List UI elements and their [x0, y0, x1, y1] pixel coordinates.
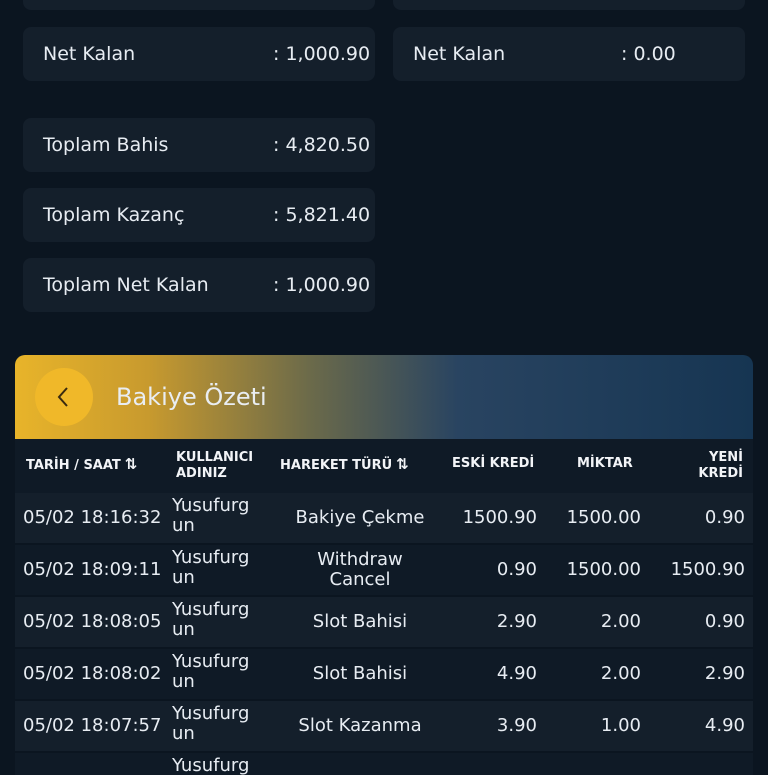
- chevron-left-icon: [57, 387, 68, 407]
- table-row: 05/02 18:08:02 Yusufurg un Slot Bahisi 4.…: [15, 649, 753, 699]
- column-header-type-label: HAREKET TÜRÜ: [280, 458, 393, 473]
- cell-user-line1: Yusufurg: [172, 651, 250, 672]
- summary-value: : 4,820.50: [273, 134, 371, 156]
- summary-toplam-kazanc: Toplam Kazanç : 5,821.40: [23, 188, 375, 242]
- cell-date: 05/02 18:08:02: [23, 663, 162, 684]
- balance-summary-panel: Bakiye Özeti TARİH / SAAT ⇅ KULLANICI ADI…: [15, 355, 753, 775]
- cell-old-credit: 3.90: [496, 715, 537, 736]
- cell-date: 05/02 18:08:05: [23, 611, 162, 632]
- cell-amount: 2.00: [600, 611, 641, 632]
- column-header-old-credit: ESKİ KREDİ: [452, 456, 535, 471]
- column-header-date-label: TARİH / SAAT: [26, 458, 121, 473]
- cell-user: Yusufurg un: [172, 704, 249, 744]
- sort-icon[interactable]: ⇅: [396, 455, 409, 473]
- table-row: 05/02 18:07:57 Yusufurg un Slot Kazanma 3…: [15, 701, 753, 751]
- summary-label: Net Kalan: [43, 43, 136, 65]
- table-row: 05/02 18:16:32 Yusufurg un Bakiye Çekme 1…: [15, 493, 753, 543]
- panel-header: Bakiye Özeti: [15, 355, 753, 439]
- summary-label: Toplam Kazanç: [43, 204, 185, 226]
- table-row: Yusufurg: [15, 753, 753, 775]
- summary-label: Toplam Net Kalan: [43, 274, 209, 296]
- summary-card-clipped-right: [393, 0, 745, 10]
- panel-title: Bakiye Özeti: [116, 383, 267, 411]
- cell-user-line1: Yusufurg: [172, 755, 250, 775]
- summary-value: : 1,000.90: [273, 43, 371, 65]
- cell-amount: 1500.00: [566, 507, 641, 528]
- cell-date: 05/02 18:09:11: [23, 559, 162, 580]
- cell-user: Yusufurg un: [172, 600, 249, 640]
- summary-label: Toplam Bahis: [43, 134, 169, 156]
- cell-old-credit: 2.90: [496, 611, 537, 632]
- table-row: 05/02 18:09:11 Yusufurg un Withdraw Cance…: [15, 545, 753, 595]
- cell-user-line2: un: [172, 723, 195, 744]
- cell-amount: 1500.00: [566, 559, 641, 580]
- summary-label: Net Kalan: [413, 43, 506, 65]
- cell-type: Bakiye Çekme: [295, 507, 425, 528]
- column-header-user: KULLANICI ADINIZ: [176, 450, 253, 482]
- cell-type: Slot Kazanma: [298, 715, 422, 736]
- cell-type: Slot Bahisi: [312, 611, 408, 632]
- back-button[interactable]: [35, 368, 93, 426]
- cell-date: 05/02 18:07:57: [23, 715, 162, 736]
- column-header-new-line2: KREDİ: [698, 466, 743, 481]
- cell-date: 05/02 18:16:32: [23, 507, 162, 528]
- cell-type: Slot Bahisi: [312, 663, 408, 684]
- sort-icon[interactable]: ⇅: [125, 455, 138, 473]
- cell-user-line2: un: [172, 671, 195, 692]
- table-row: 05/02 18:08:05 Yusufurg un Slot Bahisi 2.…: [15, 597, 753, 647]
- cell-user-line2: un: [172, 619, 195, 640]
- summary-toplam-net-kalan: Toplam Net Kalan : 1,000.90: [23, 258, 375, 312]
- cell-amount: 1.00: [600, 715, 641, 736]
- cell-user: Yusufurg: [172, 756, 249, 775]
- cell-user-line2: un: [172, 515, 195, 536]
- column-header-new-credit: YENİ KREDİ: [698, 450, 743, 482]
- cell-user-line1: Yusufurg: [172, 547, 250, 568]
- cell-user-line1: Yusufurg: [172, 495, 250, 516]
- column-header-type[interactable]: HAREKET TÜRÜ ⇅: [280, 456, 409, 474]
- table-header: TARİH / SAAT ⇅ KULLANICI ADINIZ HAREKET T…: [15, 439, 753, 493]
- summary-value: : 1,000.90: [273, 274, 371, 296]
- cell-amount: 2.00: [600, 663, 641, 684]
- cell-user: Yusufurg un: [172, 548, 249, 588]
- summary-net-kalan-right: Net Kalan : 0.00: [393, 27, 745, 81]
- summary-value: : 5,821.40: [273, 204, 371, 226]
- cell-new-credit: 4.90: [704, 715, 745, 736]
- cell-new-credit: 0.90: [704, 611, 745, 632]
- cell-new-credit: 0.90: [704, 507, 745, 528]
- summary-toplam-bahis: Toplam Bahis : 4,820.50: [23, 118, 375, 172]
- cell-user: Yusufurg un: [172, 652, 249, 692]
- cell-new-credit: 2.90: [704, 663, 745, 684]
- cell-user-line2: un: [172, 567, 195, 588]
- column-header-user-line2: ADINIZ: [176, 466, 227, 481]
- column-header-amount: MİKTAR: [577, 456, 633, 471]
- cell-new-credit: 1500.90: [670, 559, 745, 580]
- cell-user: Yusufurg un: [172, 496, 249, 536]
- summary-net-kalan: Net Kalan : 1,000.90: [23, 27, 375, 81]
- cell-old-credit: 4.90: [496, 663, 537, 684]
- summary-value: : 0.00: [621, 43, 676, 65]
- cell-old-credit: 1500.90: [462, 507, 537, 528]
- column-header-user-line1: KULLANICI: [176, 450, 254, 465]
- cell-user-line1: Yusufurg: [172, 703, 250, 724]
- cell-old-credit: 0.90: [496, 559, 537, 580]
- column-header-new-line1: YENİ: [708, 450, 743, 465]
- cell-user-line1: Yusufurg: [172, 599, 250, 620]
- summary-card-clipped-left: [23, 0, 375, 10]
- column-header-date[interactable]: TARİH / SAAT ⇅: [26, 456, 137, 474]
- cell-type: Withdraw Cancel: [317, 549, 403, 590]
